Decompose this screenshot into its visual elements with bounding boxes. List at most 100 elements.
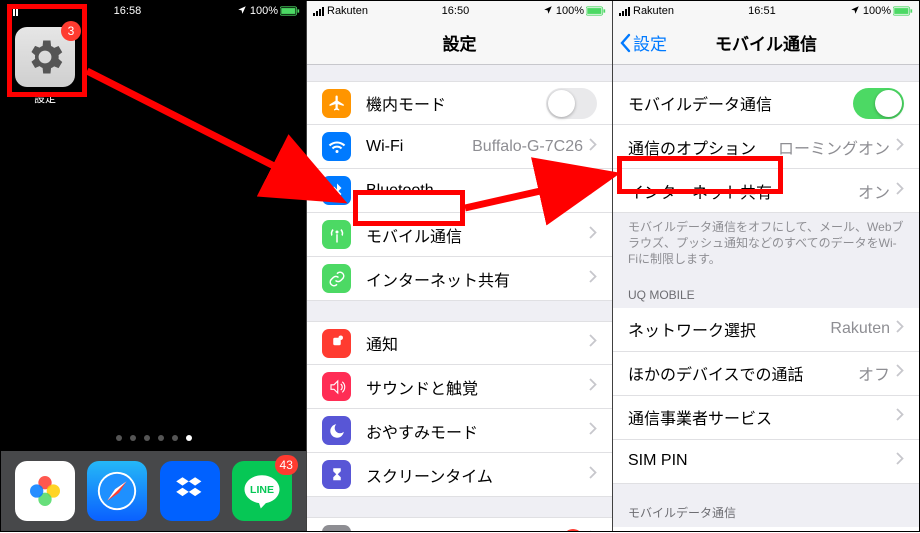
cell-value: Rakuten: [830, 320, 890, 338]
status-time: 16:51: [748, 5, 776, 17]
mobile-data-toggle[interactable]: [853, 88, 904, 119]
cell-sounds[interactable]: サウンドと触覚: [307, 365, 612, 409]
status-time: 16:58: [114, 5, 142, 17]
cell-hotspot[interactable]: インターネット共有: [307, 257, 612, 301]
group-header: UQ MOBILE: [613, 288, 919, 308]
link-icon: [322, 264, 351, 293]
chevron-right-icon: [589, 466, 597, 484]
page-title: 設定: [443, 30, 477, 55]
safari-app[interactable]: [87, 461, 147, 521]
status-bar: Rakuten 16:50 100%: [307, 1, 612, 21]
chevron-right-icon: [589, 378, 597, 396]
cell-airplane[interactable]: 機内モード: [307, 81, 612, 125]
cell-value: オン: [551, 179, 583, 203]
svg-text:LINE: LINE: [250, 484, 274, 496]
cell-label: 機内モード: [366, 91, 546, 115]
wifi-icon: [322, 132, 351, 161]
settings-group-alerts: 通知 サウンドと触覚 おやすみモード スクリーンタイム: [307, 321, 612, 497]
page-indicator[interactable]: [1, 435, 306, 441]
group-footer: モバイルデータ通信をオフにして、メール、Webブラウズ、プッシュ通知などのすべて…: [613, 213, 919, 268]
bluetooth-icon: [322, 176, 351, 205]
cell-wifi[interactable]: Wi-Fi Buffalo-G-7C26: [307, 125, 612, 169]
cell-wifi-calling[interactable]: ほかのデバイスでの通話 オフ: [613, 352, 919, 396]
location-icon: [543, 5, 553, 18]
cell-sim-pin[interactable]: SIM PIN: [613, 440, 919, 484]
cell-dnd[interactable]: おやすみモード: [307, 409, 612, 453]
status-time: 16:50: [442, 5, 470, 17]
highlight-settings-app: [7, 4, 87, 97]
chevron-right-icon: [589, 226, 597, 244]
chevron-right-icon: [896, 408, 904, 426]
airplane-toggle[interactable]: [546, 88, 597, 119]
speaker-icon: [322, 372, 351, 401]
cell-label: 一般: [366, 527, 563, 531]
cell-label: スクリーンタイム: [366, 463, 589, 487]
dock: LINE 43: [1, 451, 306, 531]
status-bar: Rakuten 16:51 100%: [613, 1, 919, 21]
cell-label: 通信のオプション: [628, 135, 778, 159]
photos-icon: [25, 471, 65, 511]
hourglass-icon: [322, 460, 351, 489]
antenna-icon: [322, 220, 351, 249]
cell-label: Wi-Fi: [366, 138, 472, 156]
cellular-group-usage: モバイルデータ通信 現在までの合計 6.3 GB 現在までのローミング合計 0バ…: [613, 504, 919, 531]
battery-status: 100%: [250, 5, 300, 17]
chevron-right-icon: [896, 320, 904, 338]
cell-carrier-services[interactable]: 通信事業者サービス: [613, 396, 919, 440]
airplane-icon: [322, 89, 351, 118]
signal-icon: [313, 7, 324, 16]
cell-label: モバイルデータ通信: [628, 91, 853, 115]
bell-icon: [322, 329, 351, 358]
cell-general[interactable]: 一般 1: [307, 517, 612, 531]
photos-app[interactable]: [15, 461, 75, 521]
cell-notifications[interactable]: 通知: [307, 321, 612, 365]
chevron-right-icon: [589, 182, 597, 200]
cell-value: Buffalo-G-7C26: [472, 138, 583, 156]
line-badge: 43: [275, 455, 298, 475]
navbar: 設定: [307, 21, 612, 65]
highlight-cellular-cell: [353, 190, 465, 226]
cell-label: 通信事業者サービス: [628, 405, 896, 429]
chevron-left-icon: [619, 33, 631, 53]
chevron-right-icon: [589, 422, 597, 440]
chevron-right-icon: [896, 452, 904, 470]
location-icon: [850, 5, 860, 18]
cell-label: 通知: [366, 331, 589, 355]
cell-label: モバイル通信: [366, 223, 589, 247]
cell-mobile-data[interactable]: モバイルデータ通信: [613, 81, 919, 125]
phone-cellular-settings: Rakuten 16:51 100% 設定 モバイル通信 モバイルデータ通信 通…: [613, 1, 919, 531]
cell-screentime[interactable]: スクリーンタイム: [307, 453, 612, 497]
cell-value: オフ: [858, 361, 890, 385]
line-app[interactable]: LINE 43: [232, 461, 292, 521]
navbar: 設定 モバイル通信: [613, 21, 919, 65]
cell-label: ネットワーク選択: [628, 317, 830, 341]
cell-network-select[interactable]: ネットワーク選択 Rakuten: [613, 308, 919, 352]
phone-settings-root: Rakuten 16:50 100% 設定 機内モード Wi-Fi Buffal…: [307, 1, 613, 531]
highlight-hotspot-cell: [617, 156, 783, 194]
cell-label: ほかのデバイスでの通話: [628, 361, 858, 385]
chevron-right-icon: [896, 364, 904, 382]
cell-current-period: 現在までの合計 6.3 GB: [613, 527, 919, 531]
cell-value: ローミングオン: [778, 135, 890, 159]
cell-label: サウンドと触覚: [366, 375, 589, 399]
carrier-label: Rakuten: [327, 5, 368, 17]
cell-value: オン: [858, 179, 890, 203]
cell-label: おやすみモード: [366, 419, 589, 443]
compass-icon: [94, 468, 140, 514]
dropbox-icon: [172, 473, 208, 509]
back-button[interactable]: 設定: [619, 30, 667, 55]
battery-status: 100%: [863, 5, 913, 17]
cellular-group-carrier: UQ MOBILE ネットワーク選択 Rakuten ほかのデバイスでの通話 オ…: [613, 288, 919, 484]
chevron-right-icon: [589, 530, 597, 531]
dropbox-app[interactable]: [160, 461, 220, 521]
page-title: モバイル通信: [715, 30, 817, 55]
gear-icon: [322, 525, 351, 532]
chevron-right-icon: [589, 270, 597, 288]
group-header: モバイルデータ通信: [613, 504, 919, 527]
chevron-right-icon: [589, 334, 597, 352]
signal-icon: [619, 7, 630, 16]
line-icon: LINE: [241, 470, 283, 512]
chevron-right-icon: [589, 138, 597, 156]
chevron-right-icon: [896, 138, 904, 156]
cell-label: インターネット共有: [366, 267, 589, 291]
